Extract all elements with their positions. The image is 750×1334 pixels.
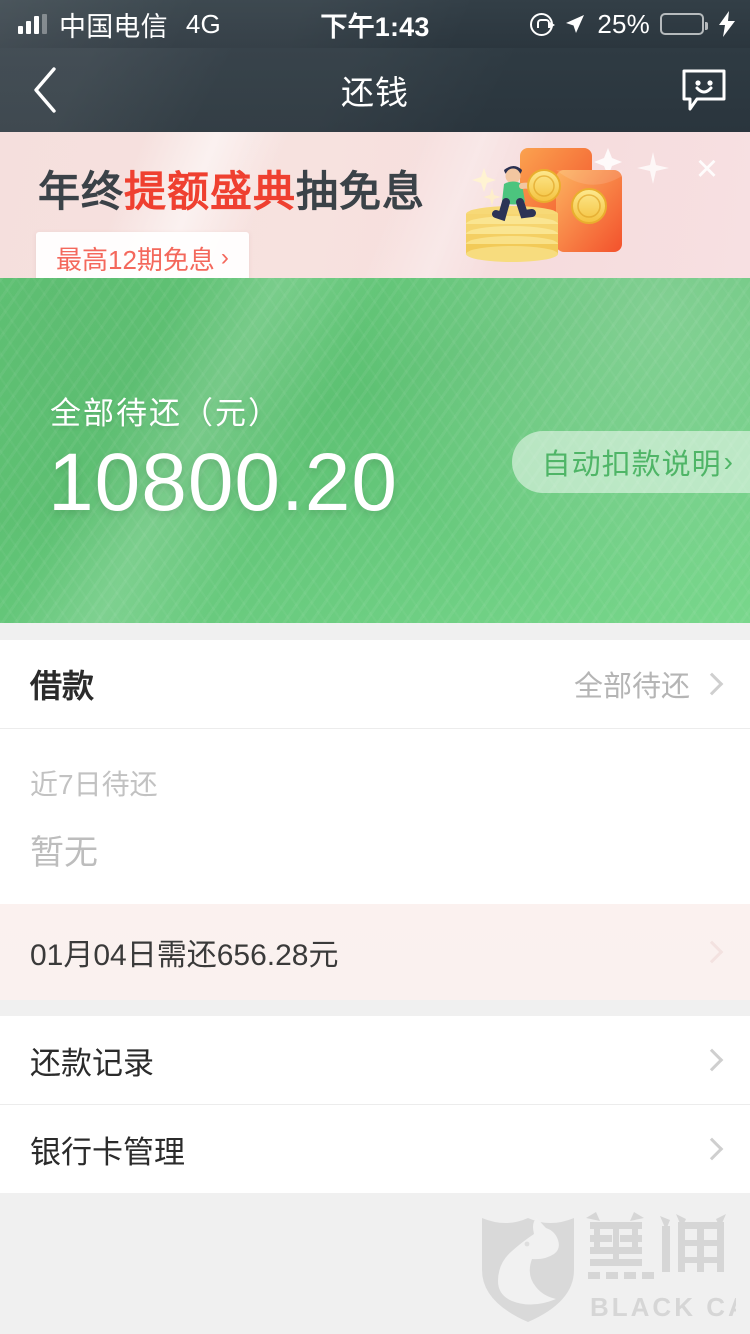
auto-deduct-button[interactable]: 自动扣款说明 ›: [511, 431, 750, 493]
banner-title-highlight: 提额盛典: [124, 168, 297, 215]
status-bar-clock: 下午1:43: [320, 11, 430, 42]
banner-title-part1: 年终: [38, 168, 125, 215]
banner-title-part2: 抽免息: [296, 168, 426, 215]
recent-due-label: 近7日待还: [30, 769, 158, 800]
auto-deduct-label: 自动扣款说明: [541, 449, 722, 481]
promo-banner[interactable]: 年终提额盛典抽免息 最高12期免息 › ×: [0, 132, 750, 278]
loan-row-title: 借款: [30, 668, 95, 704]
menu-item-repayment-records[interactable]: 还款记录: [0, 1016, 750, 1104]
menu-section: 还款记录 银行卡管理: [0, 1016, 750, 1193]
chevron-right-icon: [700, 940, 724, 964]
menu-item-right: [690, 1048, 724, 1072]
due-payment-text: 01月04日需还656.28元: [30, 939, 339, 972]
navigation-bar: 还钱: [0, 48, 750, 132]
chevron-right-icon: ›: [723, 446, 734, 477]
section-gap: [0, 623, 750, 640]
banner-cta-label: 最高12期免息: [56, 244, 215, 275]
battery-icon: [660, 13, 708, 35]
menu-item-bank-card-management[interactable]: 银行卡管理: [0, 1105, 750, 1193]
loan-section: 借款 全部待还 近7日待还 暂无: [0, 640, 750, 904]
chevron-right-icon: ›: [220, 244, 229, 271]
due-payment-row[interactable]: 01月04日需还656.28元: [0, 904, 750, 1000]
app-root: 中国电信 4G 下午1:43 25% 还钱 年终提额盛典抽免息 最高12期免息 …: [0, 0, 750, 1334]
watermark-en-text: BLACK CAT: [590, 1292, 736, 1322]
status-bar: 中国电信 4G 下午1:43 25%: [0, 0, 750, 48]
banner-illustration: [466, 148, 669, 262]
balance-label: 全部待还（元）: [50, 396, 281, 431]
balance-amount: 10800.20: [48, 437, 399, 528]
loan-row-right: 全部待还: [573, 663, 724, 705]
banner-close-button[interactable]: ×: [684, 146, 730, 192]
menu-item-label: 银行卡管理: [30, 1134, 185, 1170]
chevron-right-icon: [700, 672, 724, 696]
due-payment-right: [690, 940, 724, 964]
loan-row[interactable]: 借款 全部待还: [0, 640, 750, 728]
menu-item-label: 还款记录: [30, 1045, 154, 1081]
chevron-right-icon: [700, 1137, 724, 1161]
section-gap-2: [0, 1000, 750, 1016]
balance-card: 全部待还（元） 10800.20 自动扣款说明 ›: [0, 278, 750, 623]
page-title: 还钱: [341, 74, 409, 111]
chevron-right-icon: [700, 1048, 724, 1072]
rotation-lock-icon: [530, 12, 556, 36]
banner-title: 年终提额盛典抽免息: [38, 158, 425, 219]
blackcat-watermark: BLACK CAT: [482, 1212, 736, 1322]
recent-due-empty: 暂无: [30, 834, 98, 872]
loan-row-right-label: 全部待还: [573, 671, 690, 703]
banner-cta-button[interactable]: 最高12期免息 ›: [36, 232, 249, 278]
menu-item-right: [690, 1137, 724, 1161]
